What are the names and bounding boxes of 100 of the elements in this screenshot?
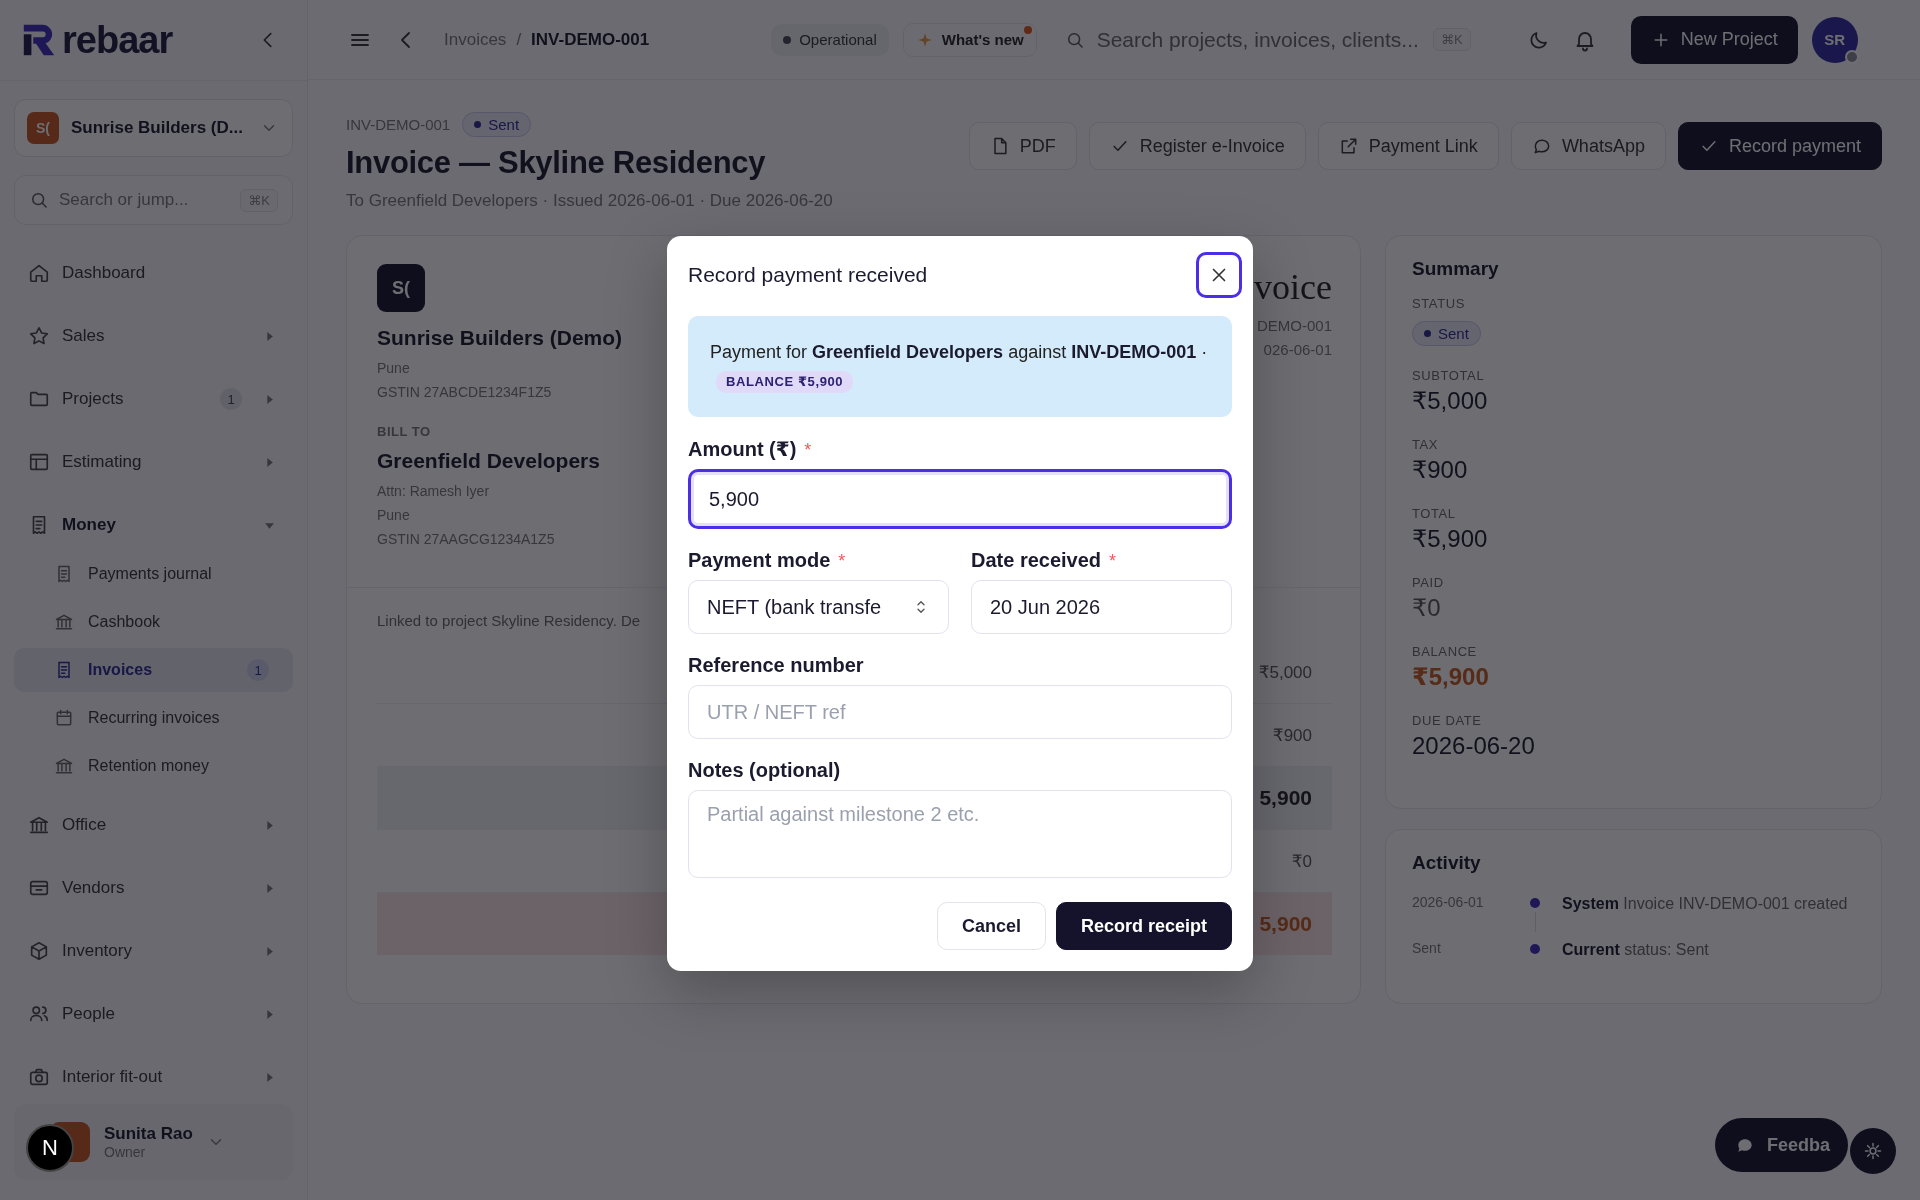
caret-icon bbox=[264, 330, 275, 342]
field-label: Payment mode bbox=[688, 549, 831, 572]
calendar-icon bbox=[54, 708, 74, 728]
action-button[interactable]: Register e-Invoice bbox=[1088, 122, 1306, 170]
submit-button[interactable]: Record receipt bbox=[1055, 902, 1232, 950]
summary-label: DUE DATE bbox=[1412, 713, 1483, 728]
nav-item[interactable]: Money bbox=[14, 503, 293, 547]
nav-subitem[interactable]: Retention money bbox=[14, 744, 293, 788]
nav-subitem[interactable]: Invoices 1 bbox=[14, 648, 293, 692]
summary-label: SUBTOTAL bbox=[1412, 368, 1486, 383]
whats-new-button[interactable]: What's new bbox=[902, 22, 1037, 57]
summary-value: ₹5,900 bbox=[1412, 525, 1489, 553]
action-button[interactable]: PDF bbox=[968, 122, 1077, 170]
nav-item[interactable]: People bbox=[14, 992, 293, 1036]
nav-item[interactable]: Estimating bbox=[14, 440, 293, 484]
nav-item[interactable]: Projects 1 bbox=[14, 377, 293, 421]
field-label: Date received bbox=[971, 549, 1102, 572]
amount-value: 5,900 bbox=[1259, 912, 1312, 936]
activity-text: System Invoice INV-DEMO-001 created bbox=[1561, 894, 1849, 914]
unread-dot bbox=[1023, 25, 1032, 34]
status-badge: Sent bbox=[1412, 321, 1481, 346]
select-field[interactable]: NEFT (bank transfe bbox=[688, 580, 949, 634]
logo-text: rebaar bbox=[62, 18, 173, 62]
activity-text: Current status: Sent bbox=[1561, 940, 1710, 960]
sun-icon bbox=[1863, 1141, 1883, 1161]
balance-badge: BALANCE ₹5,900 bbox=[716, 371, 854, 393]
status-dot bbox=[783, 35, 792, 44]
status-pill[interactable]: Operational bbox=[771, 23, 889, 56]
required-mark: * bbox=[804, 440, 812, 461]
search-icon bbox=[29, 190, 49, 210]
input-field[interactable]: UTR / NEFT ref bbox=[688, 685, 1232, 739]
timeline-dot bbox=[1530, 944, 1540, 954]
summary-value: 2026-06-20 bbox=[1412, 732, 1536, 760]
card-title: Activity bbox=[1412, 852, 1482, 874]
nav-item[interactable]: Office bbox=[14, 803, 293, 847]
notes-field[interactable]: Partial against milestone 2 etc. bbox=[688, 790, 1232, 878]
amount-value: ₹0 bbox=[1291, 850, 1312, 872]
field-label: Reference number bbox=[688, 654, 864, 677]
summary-value: ₹5,900 bbox=[1412, 663, 1490, 691]
feedback-button[interactable]: Feedba bbox=[1714, 1118, 1848, 1172]
camera-icon bbox=[28, 1066, 50, 1088]
new-project-button[interactable]: New Project bbox=[1630, 15, 1798, 64]
caret-icon bbox=[264, 1008, 275, 1020]
summary-value: ₹5,000 bbox=[1412, 387, 1489, 415]
table-icon bbox=[28, 451, 50, 473]
company-name: Sunrise Builders (Demo) bbox=[377, 326, 623, 350]
breadcrumb-separator: / bbox=[516, 29, 522, 50]
cancel-button[interactable]: Cancel bbox=[936, 902, 1046, 950]
caret-icon bbox=[264, 819, 275, 831]
summary-label: TOTAL bbox=[1412, 506, 1457, 521]
timeline-dot bbox=[1530, 898, 1540, 908]
caret-icon bbox=[264, 393, 275, 405]
action-button[interactable]: Record payment bbox=[1677, 122, 1882, 170]
summary-value: ₹900 bbox=[1412, 456, 1469, 484]
caret-icon bbox=[264, 456, 275, 468]
bank-icon bbox=[28, 814, 50, 836]
info-text: Payment for Greenfield Developers against INV-DEMO-001 · bbox=[710, 342, 1208, 362]
page-title: Invoice — Skyline Residency bbox=[346, 145, 767, 181]
user-avatar[interactable]: SR bbox=[1811, 16, 1858, 63]
summary-label: PAID bbox=[1412, 575, 1445, 590]
client-name: Greenfield Developers bbox=[377, 449, 601, 473]
amount-value: 5,900 bbox=[1259, 786, 1312, 810]
bank-icon bbox=[54, 756, 74, 776]
input-field[interactable]: 5,900 bbox=[688, 469, 1232, 529]
amount-value: ₹900 bbox=[1272, 724, 1312, 746]
required-mark: * bbox=[1109, 551, 1117, 572]
nav-subitem[interactable]: Payments journal bbox=[14, 552, 293, 596]
status-badge: Sent bbox=[462, 112, 532, 137]
close-button[interactable] bbox=[1196, 252, 1242, 298]
breadcrumb-current: INV-DEMO-001 bbox=[531, 29, 650, 50]
organization-avatar: S( bbox=[27, 112, 59, 144]
field-label: Amount (₹) bbox=[688, 437, 797, 461]
presence-dot bbox=[1844, 49, 1859, 64]
nav-subitem[interactable]: Recurring invoices bbox=[14, 696, 293, 740]
field-label: Notes (optional) bbox=[688, 759, 841, 782]
home-icon bbox=[28, 262, 50, 284]
theme-button[interactable] bbox=[1850, 1128, 1896, 1174]
nav-item[interactable]: Interior fit-out bbox=[14, 1055, 293, 1099]
amount-value: ₹5,000 bbox=[1258, 661, 1312, 683]
organization-switcher[interactable]: S( Sunrise Builders (D... bbox=[14, 99, 293, 157]
action-button[interactable]: Payment Link bbox=[1317, 122, 1499, 170]
summary-label: STATUS bbox=[1412, 296, 1466, 311]
nav-item[interactable]: Dashboard bbox=[14, 251, 293, 295]
status-dot bbox=[474, 121, 482, 128]
summary-value: ₹0 bbox=[1412, 594, 1442, 622]
required-mark: * bbox=[838, 551, 846, 572]
status-dot bbox=[1424, 330, 1431, 337]
caret-icon bbox=[264, 1071, 275, 1083]
nav-subitem[interactable]: Cashbook bbox=[14, 600, 293, 644]
nav-item[interactable]: Inventory bbox=[14, 929, 293, 973]
nav-item[interactable]: Sales bbox=[14, 314, 293, 358]
nav-item[interactable]: Vendors bbox=[14, 866, 293, 910]
input-field[interactable]: 20 Jun 2026 bbox=[971, 580, 1232, 634]
card-title: Summary bbox=[1412, 258, 1500, 280]
star-icon bbox=[28, 325, 50, 347]
cube-icon bbox=[28, 940, 50, 962]
action-button[interactable]: WhatsApp bbox=[1510, 122, 1666, 170]
summary-label: TAX bbox=[1412, 437, 1440, 452]
company-logo: S( bbox=[377, 264, 425, 312]
bank-icon bbox=[54, 612, 74, 632]
